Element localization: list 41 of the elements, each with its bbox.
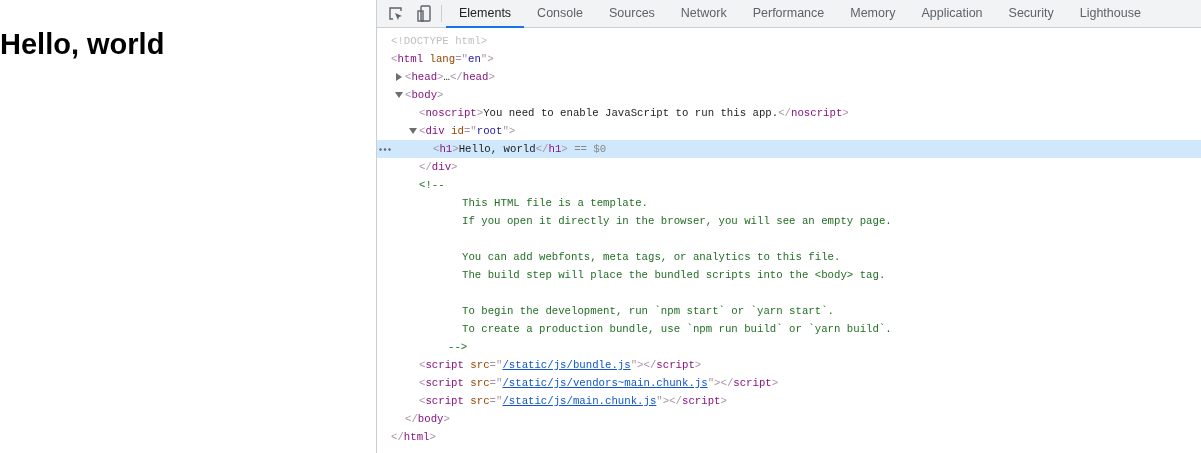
more-icon[interactable] <box>379 148 391 151</box>
code-line[interactable]: <html lang="en"> <box>391 50 494 67</box>
inspect-icon[interactable] <box>388 5 404 22</box>
code-line[interactable]: To begin the development, run `npm start` or `yarn start`. <box>462 302 834 319</box>
node-reference: == $0 <box>574 141 607 157</box>
code-line[interactable]: </body> <box>405 410 450 427</box>
code-line[interactable]: <head>…</head> <box>405 68 495 85</box>
code-line[interactable]: The build step will place the bundled scripts into the <body> tag. <box>462 266 886 283</box>
link[interactable]: /static/js/bundle.js <box>502 358 631 371</box>
code-line[interactable]: <noscript>You need to enable JavaScript to run this app.</noscript> <box>419 104 849 121</box>
code-line[interactable]: If you open it directly in the browser, you will see an empty page. <box>462 212 892 229</box>
code-line[interactable]: <body> <box>405 86 444 103</box>
code-line[interactable]: <h1>Hello, world</h1> <box>433 140 568 157</box>
code-line[interactable]: </html> <box>391 428 436 445</box>
tab[interactable]: Network <box>667 0 740 28</box>
tab[interactable]: Security <box>995 0 1067 28</box>
tab[interactable]: Application <box>908 0 996 28</box>
tab[interactable]: Memory <box>837 0 909 28</box>
selected-row[interactable]: <h1>Hello, world</h1> == $0 <box>377 140 1201 158</box>
code-line[interactable]: <!-- <box>419 176 445 193</box>
triangle-icon[interactable] <box>395 73 403 81</box>
tab[interactable]: Sources <box>596 0 668 28</box>
triangle-icon[interactable] <box>409 127 417 135</box>
code-line[interactable]: You can add webfonts, meta tags, or analytics to this file. <box>462 248 841 265</box>
code-line[interactable]: This HTML file is a template. <box>462 194 648 211</box>
code-line[interactable]: </div> <box>419 158 458 175</box>
code-line[interactable]: <script src="/static/js/vendors~main.chunk.js"></script> <box>419 374 779 391</box>
page-heading: Hello, world <box>0 30 165 59</box>
tab[interactable]: Console <box>524 0 596 28</box>
link[interactable]: /static/js/vendors~main.chunk.js <box>502 376 708 389</box>
code-line[interactable]: To create a production bundle, use `npm run build` or `yarn build`. <box>462 320 892 337</box>
device-icon[interactable] <box>417 5 431 22</box>
triangle-icon[interactable] <box>395 91 403 99</box>
tab[interactable]: Performance <box>739 0 838 28</box>
tab[interactable]: Elements <box>446 0 525 28</box>
code-line[interactable]: --> <box>448 338 468 355</box>
code-line[interactable]: <div id="root"> <box>419 122 516 139</box>
tab[interactable]: Lighthouse <box>1066 0 1154 28</box>
code-line[interactable]: <script src="/static/js/bundle.js"></script> <box>419 356 702 373</box>
code-line[interactable]: <script src="/static/js/main.chunk.js"></script> <box>419 392 727 409</box>
link[interactable]: /static/js/main.chunk.js <box>502 394 657 407</box>
